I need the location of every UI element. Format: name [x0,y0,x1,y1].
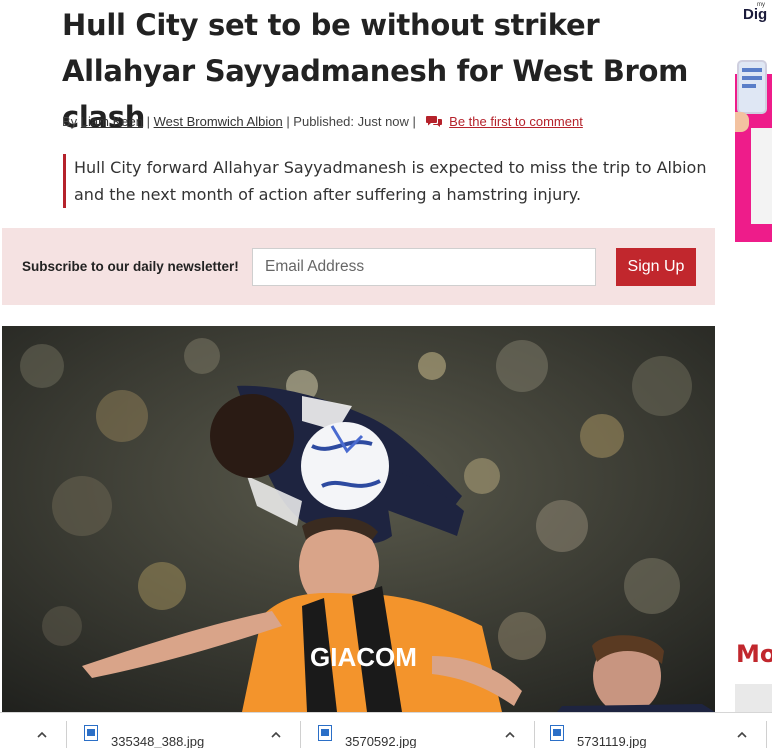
ad-phone-image [737,60,767,114]
image-file-icon [550,725,564,741]
downloads-bar: 335348_388.jpg 3570592.jpg 5731119.jpg [0,712,772,748]
divider [534,721,535,748]
section-link[interactable]: West Bromwich Albion [154,114,283,129]
download-filename: 5731119.jpg [577,734,647,748]
chevron-up-icon[interactable] [734,727,750,743]
ad-brand-text: Dig [743,6,768,23]
sidebar-card [735,684,772,712]
download-filename: 3570592.jpg [345,734,417,748]
sign-up-button[interactable]: Sign Up [616,248,696,286]
email-input[interactable] [252,248,596,286]
ad-creative[interactable] [735,42,772,246]
byline: By Liam Keen | West Bromwich Albion | Pu… [62,114,583,129]
newsletter-label: Subscribe to our daily newsletter! [22,259,239,274]
comment-link[interactable]: Be the first to comment [449,114,583,129]
chevron-up-icon[interactable] [34,727,50,743]
image-file-icon [84,725,98,741]
newsletter-signup: Subscribe to our daily newsletter! Sign … [2,228,715,305]
comment-bubbles-icon[interactable] [425,114,442,129]
divider [66,721,67,748]
divider [766,721,767,748]
article-standfirst: Hull City forward Allahyar Sayyadmanesh … [63,154,708,208]
more-heading: Mo [736,640,772,668]
article-photo: GIACOM [2,326,715,712]
ad-person-image [735,112,749,132]
chevron-up-icon[interactable] [268,727,284,743]
image-file-icon [318,725,332,741]
published-time: | Published: Just now | [286,114,416,129]
byline-prefix: By [62,114,78,129]
chevron-up-icon[interactable] [502,727,518,743]
author-link[interactable]: Liam Keen [81,114,143,129]
ad-brand-prefix: my [757,2,765,8]
divider [300,721,301,748]
ad-brand-logo: my Dig [743,2,768,23]
sidebar-advert[interactable]: my Dig Mo [735,0,772,712]
shirt-sponsor-text: GIACOM [310,642,417,672]
download-filename: 335348_388.jpg [111,734,205,748]
byline-separator: | [146,114,150,129]
article: Hull City set to be without striker Alla… [0,0,720,712]
